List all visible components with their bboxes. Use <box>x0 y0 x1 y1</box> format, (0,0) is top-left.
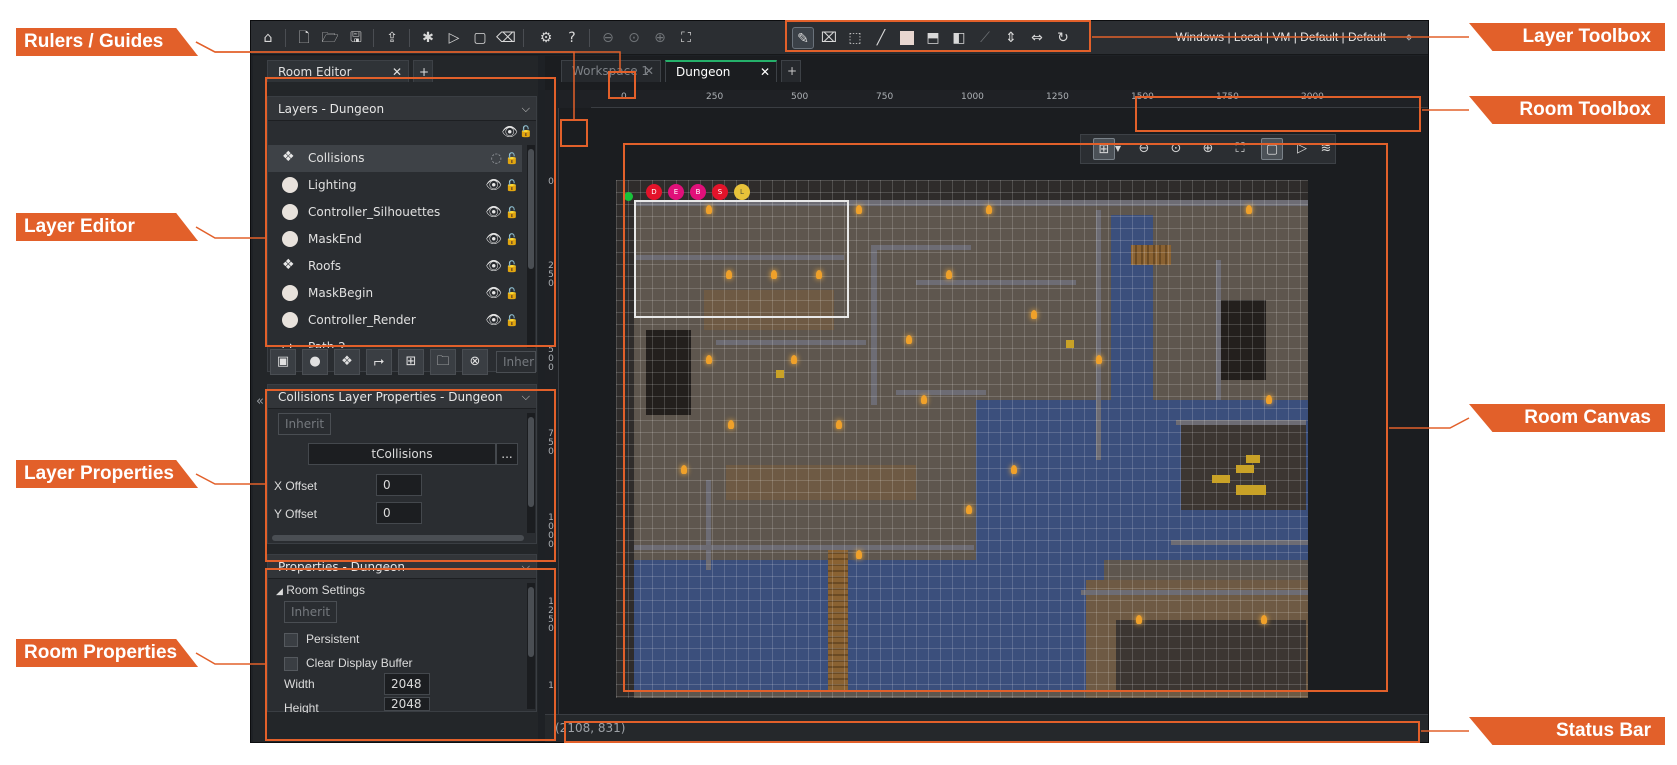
leader-room-properties <box>195 652 266 665</box>
stage: { "annotations": { "rulers_guides": "Rul… <box>0 0 1677 765</box>
callout-leader-lines <box>195 36 1470 732</box>
leader-layer-properties <box>195 473 266 485</box>
leader-room-canvas <box>1389 417 1470 429</box>
leader-rulers-guide <box>195 41 575 120</box>
leader-layer-editor <box>195 226 266 239</box>
leader-rulers-corner <box>195 41 621 72</box>
